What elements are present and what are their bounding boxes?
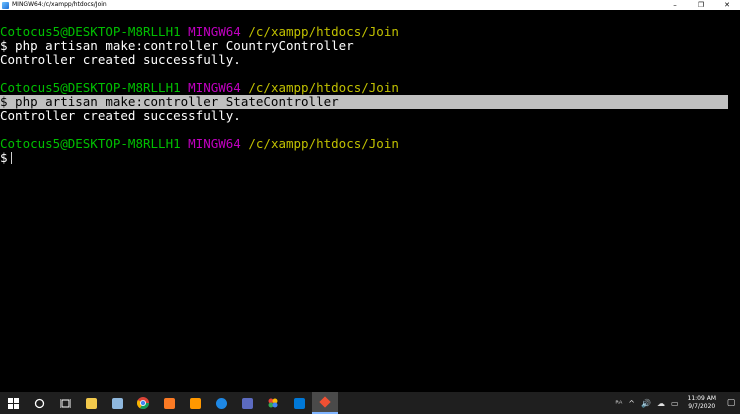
prompt-line: Cotocus5@DESKTOP-M8RLLH1 MINGW64 /c/xamp… <box>0 25 740 39</box>
chevron-up-icon[interactable]: ^ <box>628 399 635 408</box>
prompt-env: MINGW64 <box>188 136 241 151</box>
network-icon[interactable]: ▭ <box>671 399 679 408</box>
xampp-icon[interactable] <box>156 392 182 414</box>
prompt-env: MINGW64 <box>188 80 241 95</box>
notification-icon[interactable]: ▢ <box>722 392 740 414</box>
title-bar[interactable]: MINGW64:/c/xampp/htdocs/Join – ❐ ✕ <box>0 0 740 10</box>
search-icon[interactable] <box>26 392 52 414</box>
input-line[interactable]: $ <box>0 151 740 165</box>
prompt-user-host: Cotocus5@DESKTOP-M8RLLH1 <box>0 80 181 95</box>
prompt-user-host: Cotocus5@DESKTOP-M8RLLH1 <box>0 136 181 151</box>
clock[interactable]: 11:09 AM 9/7/2020 <box>688 395 716 411</box>
output-line: Controller created successfully. <box>0 52 241 67</box>
window-controls: – ❐ ✕ <box>662 0 740 10</box>
prompt-line: Cotocus5@DESKTOP-M8RLLH1 MINGW64 /c/xamp… <box>0 137 740 151</box>
prompt-path: /c/xampp/htdocs/Join <box>248 136 399 151</box>
maximize-button[interactable]: ❐ <box>688 0 714 10</box>
prompt-env: MINGW64 <box>188 24 241 39</box>
cloud-icon[interactable]: ☁ <box>657 399 665 408</box>
close-button[interactable]: ✕ <box>714 0 740 10</box>
input-prompt-symbol: $ <box>0 150 8 165</box>
mail-icon[interactable] <box>286 392 312 414</box>
maps-icon[interactable] <box>208 392 234 414</box>
system-tray: ᴿᴬ ^ 🔊 ☁ ▭ 11:09 AM 9/7/2020 ▢ <box>612 392 740 414</box>
volume-icon[interactable]: 🔊 <box>641 399 651 408</box>
terminal-output[interactable]: Cotocus5@DESKTOP-M8RLLH1 MINGW64 /c/xamp… <box>0 25 740 165</box>
photos-app-icon[interactable] <box>260 392 286 414</box>
selected-command-line: $ php artisan make:controller StateContr… <box>0 95 728 109</box>
output-line: Controller created successfully. <box>0 108 241 123</box>
file-explorer-icon[interactable] <box>78 392 104 414</box>
text-cursor <box>10 152 12 164</box>
people-icon[interactable]: ᴿᴬ <box>615 399 622 408</box>
prompt-user-host: Cotocus5@DESKTOP-M8RLLH1 <box>0 24 181 39</box>
clock-date: 9/7/2020 <box>688 403 716 410</box>
network-app-icon[interactable] <box>234 392 260 414</box>
windows-start-icon[interactable] <box>0 392 26 414</box>
git-bash-icon[interactable] <box>312 392 338 414</box>
command-line: $ php artisan make:controller CountryCon… <box>0 38 354 53</box>
prompt-line: Cotocus5@DESKTOP-M8RLLH1 MINGW64 /c/xamp… <box>0 81 740 95</box>
sublime-text-icon[interactable] <box>182 392 208 414</box>
window-title: MINGW64:/c/xampp/htdocs/Join <box>12 1 107 8</box>
task-view-icon[interactable] <box>52 392 78 414</box>
prompt-path: /c/xampp/htdocs/Join <box>248 24 399 39</box>
mingw-app-icon <box>2 1 9 9</box>
clock-time: 11:09 AM <box>687 395 716 402</box>
prompt-path: /c/xampp/htdocs/Join <box>248 80 399 95</box>
taskbar: ᴿᴬ ^ 🔊 ☁ ▭ 11:09 AM 9/7/2020 ▢ <box>0 392 740 414</box>
minimize-button[interactable]: – <box>662 0 688 10</box>
terminal-window: MINGW64:/c/xampp/htdocs/Join – ❐ ✕ Cotoc… <box>0 0 740 392</box>
notepad-icon[interactable] <box>104 392 130 414</box>
chrome-icon[interactable] <box>130 392 156 414</box>
